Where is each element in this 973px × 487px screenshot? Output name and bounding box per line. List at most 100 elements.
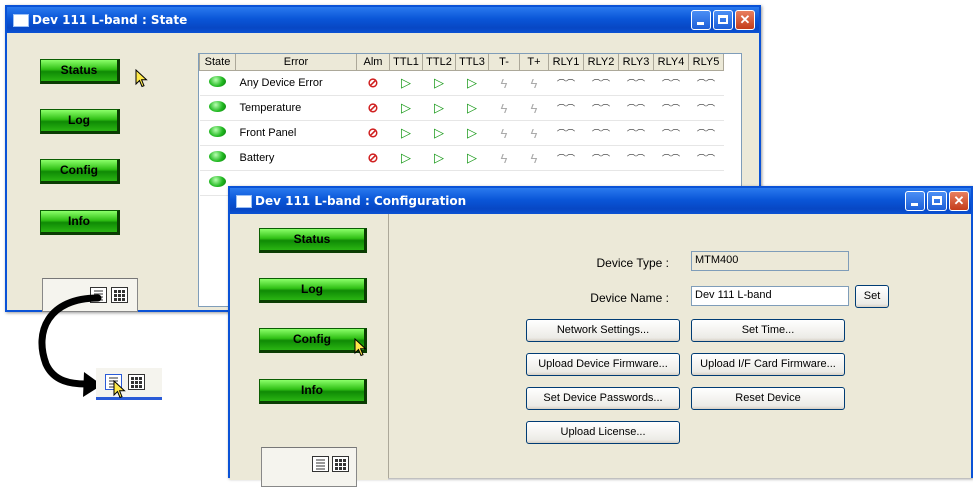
minimize-button[interactable] (905, 191, 925, 211)
maximize-button[interactable] (927, 191, 947, 211)
list-view-icon[interactable] (312, 456, 329, 472)
relay-icon[interactable]: ⌒⌒ (697, 154, 715, 164)
error-name: Temperature (235, 95, 357, 121)
ttl-output-icon[interactable]: ▷ (434, 100, 444, 115)
relay-icon[interactable]: ⌒⌒ (592, 154, 610, 164)
lightning-icon[interactable]: ϟ (501, 126, 508, 141)
maximize-button[interactable] (713, 10, 733, 30)
relay-icon[interactable]: ⌒⌒ (592, 129, 610, 139)
column-header[interactable]: T- (488, 54, 520, 71)
relay-icon[interactable]: ⌒⌒ (662, 104, 680, 114)
config-window-titlebar[interactable]: Dev 111 L-band : Configuration ✕ (230, 188, 971, 214)
device-name-input[interactable]: Dev 111 L-band (691, 286, 849, 306)
relay-icon[interactable]: ⌒⌒ (697, 104, 715, 114)
state-table-header: State Error Alm TTL1 TTL2 TTL3 T- T+ RLY… (199, 54, 724, 71)
status-button[interactable]: Status (259, 228, 367, 253)
relay-icon[interactable]: ⌒⌒ (662, 154, 680, 164)
ttl-output-icon[interactable]: ▷ (401, 125, 411, 140)
info-button[interactable]: Info (40, 210, 120, 235)
column-header[interactable]: State (199, 54, 236, 71)
log-button[interactable]: Log (40, 109, 120, 134)
column-header[interactable]: TTL1 (389, 54, 423, 71)
network-settings-button[interactable]: Network Settings... (526, 319, 680, 342)
window-icon (13, 14, 29, 27)
column-header[interactable]: Alm (356, 54, 390, 71)
relay-icon[interactable]: ⌒⌒ (557, 154, 575, 164)
config-button[interactable]: Config (40, 159, 120, 184)
ttl-output-icon[interactable]: ▷ (401, 100, 411, 115)
upload-license-button[interactable]: Upload License... (526, 421, 680, 444)
set-device-passwords-button[interactable]: Set Device Passwords... (526, 387, 680, 410)
relay-icon[interactable]: ⌒⌒ (627, 79, 645, 89)
ttl-output-icon[interactable]: ▷ (434, 150, 444, 165)
table-row[interactable]: Front Panel ⊘ ▷ ▷ ▷ ϟ ϟ ⌒⌒ ⌒⌒ ⌒⌒ ⌒⌒ ⌒⌒ (199, 120, 724, 146)
ttl-output-icon[interactable]: ▷ (434, 125, 444, 140)
ttl-output-icon[interactable]: ▷ (467, 150, 477, 165)
upload-if-card-firmware-button[interactable]: Upload I/F Card Firmware... (691, 353, 845, 376)
relay-icon[interactable]: ⌒⌒ (627, 129, 645, 139)
relay-icon[interactable]: ⌒⌒ (627, 104, 645, 114)
ttl-output-icon[interactable]: ▷ (467, 100, 477, 115)
ttl-output-icon[interactable]: ▷ (434, 75, 444, 90)
ttl-output-icon[interactable]: ▷ (467, 125, 477, 140)
error-name: Battery (235, 145, 357, 171)
column-header[interactable]: RLY1 (548, 54, 584, 71)
upload-device-firmware-button[interactable]: Upload Device Firmware... (526, 353, 680, 376)
window-icon (236, 195, 252, 208)
state-led-icon (209, 176, 226, 187)
column-header[interactable]: RLY2 (583, 54, 619, 71)
lightning-icon[interactable]: ϟ (531, 151, 538, 166)
state-window-title: Dev 111 L-band : State (32, 13, 188, 27)
close-button[interactable]: ✕ (735, 10, 755, 30)
relay-icon[interactable]: ⌒⌒ (557, 104, 575, 114)
ttl-output-icon[interactable]: ▷ (401, 150, 411, 165)
info-button[interactable]: Info (259, 379, 367, 404)
set-time-button[interactable]: Set Time... (691, 319, 845, 342)
relay-icon[interactable]: ⌒⌒ (697, 79, 715, 89)
device-type-field: MTM400 (691, 251, 849, 271)
state-led-icon (209, 76, 226, 87)
relay-icon[interactable]: ⌒⌒ (557, 129, 575, 139)
table-row[interactable]: Any Device Error ⊘ ▷ ▷ ▷ ϟ ϟ ⌒⌒ ⌒⌒ ⌒⌒ ⌒⌒… (199, 70, 724, 96)
grid-view-icon (128, 374, 145, 390)
relay-icon[interactable]: ⌒⌒ (662, 79, 680, 89)
reset-device-button[interactable]: Reset Device (691, 387, 845, 410)
set-name-button[interactable]: Set (855, 285, 889, 308)
status-button[interactable]: Status (40, 59, 120, 84)
no-alarm-icon[interactable]: ⊘ (368, 100, 379, 115)
column-header[interactable]: T+ (519, 54, 549, 71)
relay-icon[interactable]: ⌒⌒ (627, 154, 645, 164)
relay-icon[interactable]: ⌒⌒ (557, 79, 575, 89)
relay-icon[interactable]: ⌒⌒ (662, 129, 680, 139)
table-row[interactable]: Battery ⊘ ▷ ▷ ▷ ϟ ϟ ⌒⌒ ⌒⌒ ⌒⌒ ⌒⌒ ⌒⌒ (199, 145, 724, 171)
column-header[interactable]: RLY5 (688, 54, 724, 71)
relay-icon[interactable]: ⌒⌒ (592, 104, 610, 114)
no-alarm-icon[interactable]: ⊘ (368, 150, 379, 165)
column-header[interactable]: RLY4 (653, 54, 689, 71)
no-alarm-icon[interactable]: ⊘ (368, 125, 379, 140)
lightning-icon[interactable]: ϟ (501, 101, 508, 116)
relay-icon[interactable]: ⌒⌒ (697, 129, 715, 139)
relay-icon[interactable]: ⌒⌒ (592, 79, 610, 89)
config-button[interactable]: Config (259, 328, 367, 353)
lightning-icon[interactable]: ϟ (501, 76, 508, 91)
minimize-icon (697, 22, 704, 25)
no-alarm-icon[interactable]: ⊘ (368, 75, 379, 90)
minimize-icon (911, 203, 918, 206)
log-button[interactable]: Log (259, 278, 367, 303)
table-row[interactable]: Temperature ⊘ ▷ ▷ ▷ ϟ ϟ ⌒⌒ ⌒⌒ ⌒⌒ ⌒⌒ ⌒⌒ (199, 95, 724, 121)
close-button[interactable]: ✕ (949, 191, 969, 211)
column-header[interactable]: TTL3 (455, 54, 489, 71)
grid-view-icon[interactable] (332, 456, 349, 472)
lightning-icon[interactable]: ϟ (501, 151, 508, 166)
column-header[interactable]: Error (235, 54, 357, 71)
ttl-output-icon[interactable]: ▷ (467, 75, 477, 90)
column-header[interactable]: TTL2 (422, 54, 456, 71)
ttl-output-icon[interactable]: ▷ (401, 75, 411, 90)
minimize-button[interactable] (691, 10, 711, 30)
lightning-icon[interactable]: ϟ (531, 101, 538, 116)
lightning-icon[interactable]: ϟ (531, 126, 538, 141)
state-window-titlebar[interactable]: Dev 111 L-band : State ✕ (7, 7, 759, 33)
column-header[interactable]: RLY3 (618, 54, 654, 71)
lightning-icon[interactable]: ϟ (531, 76, 538, 91)
